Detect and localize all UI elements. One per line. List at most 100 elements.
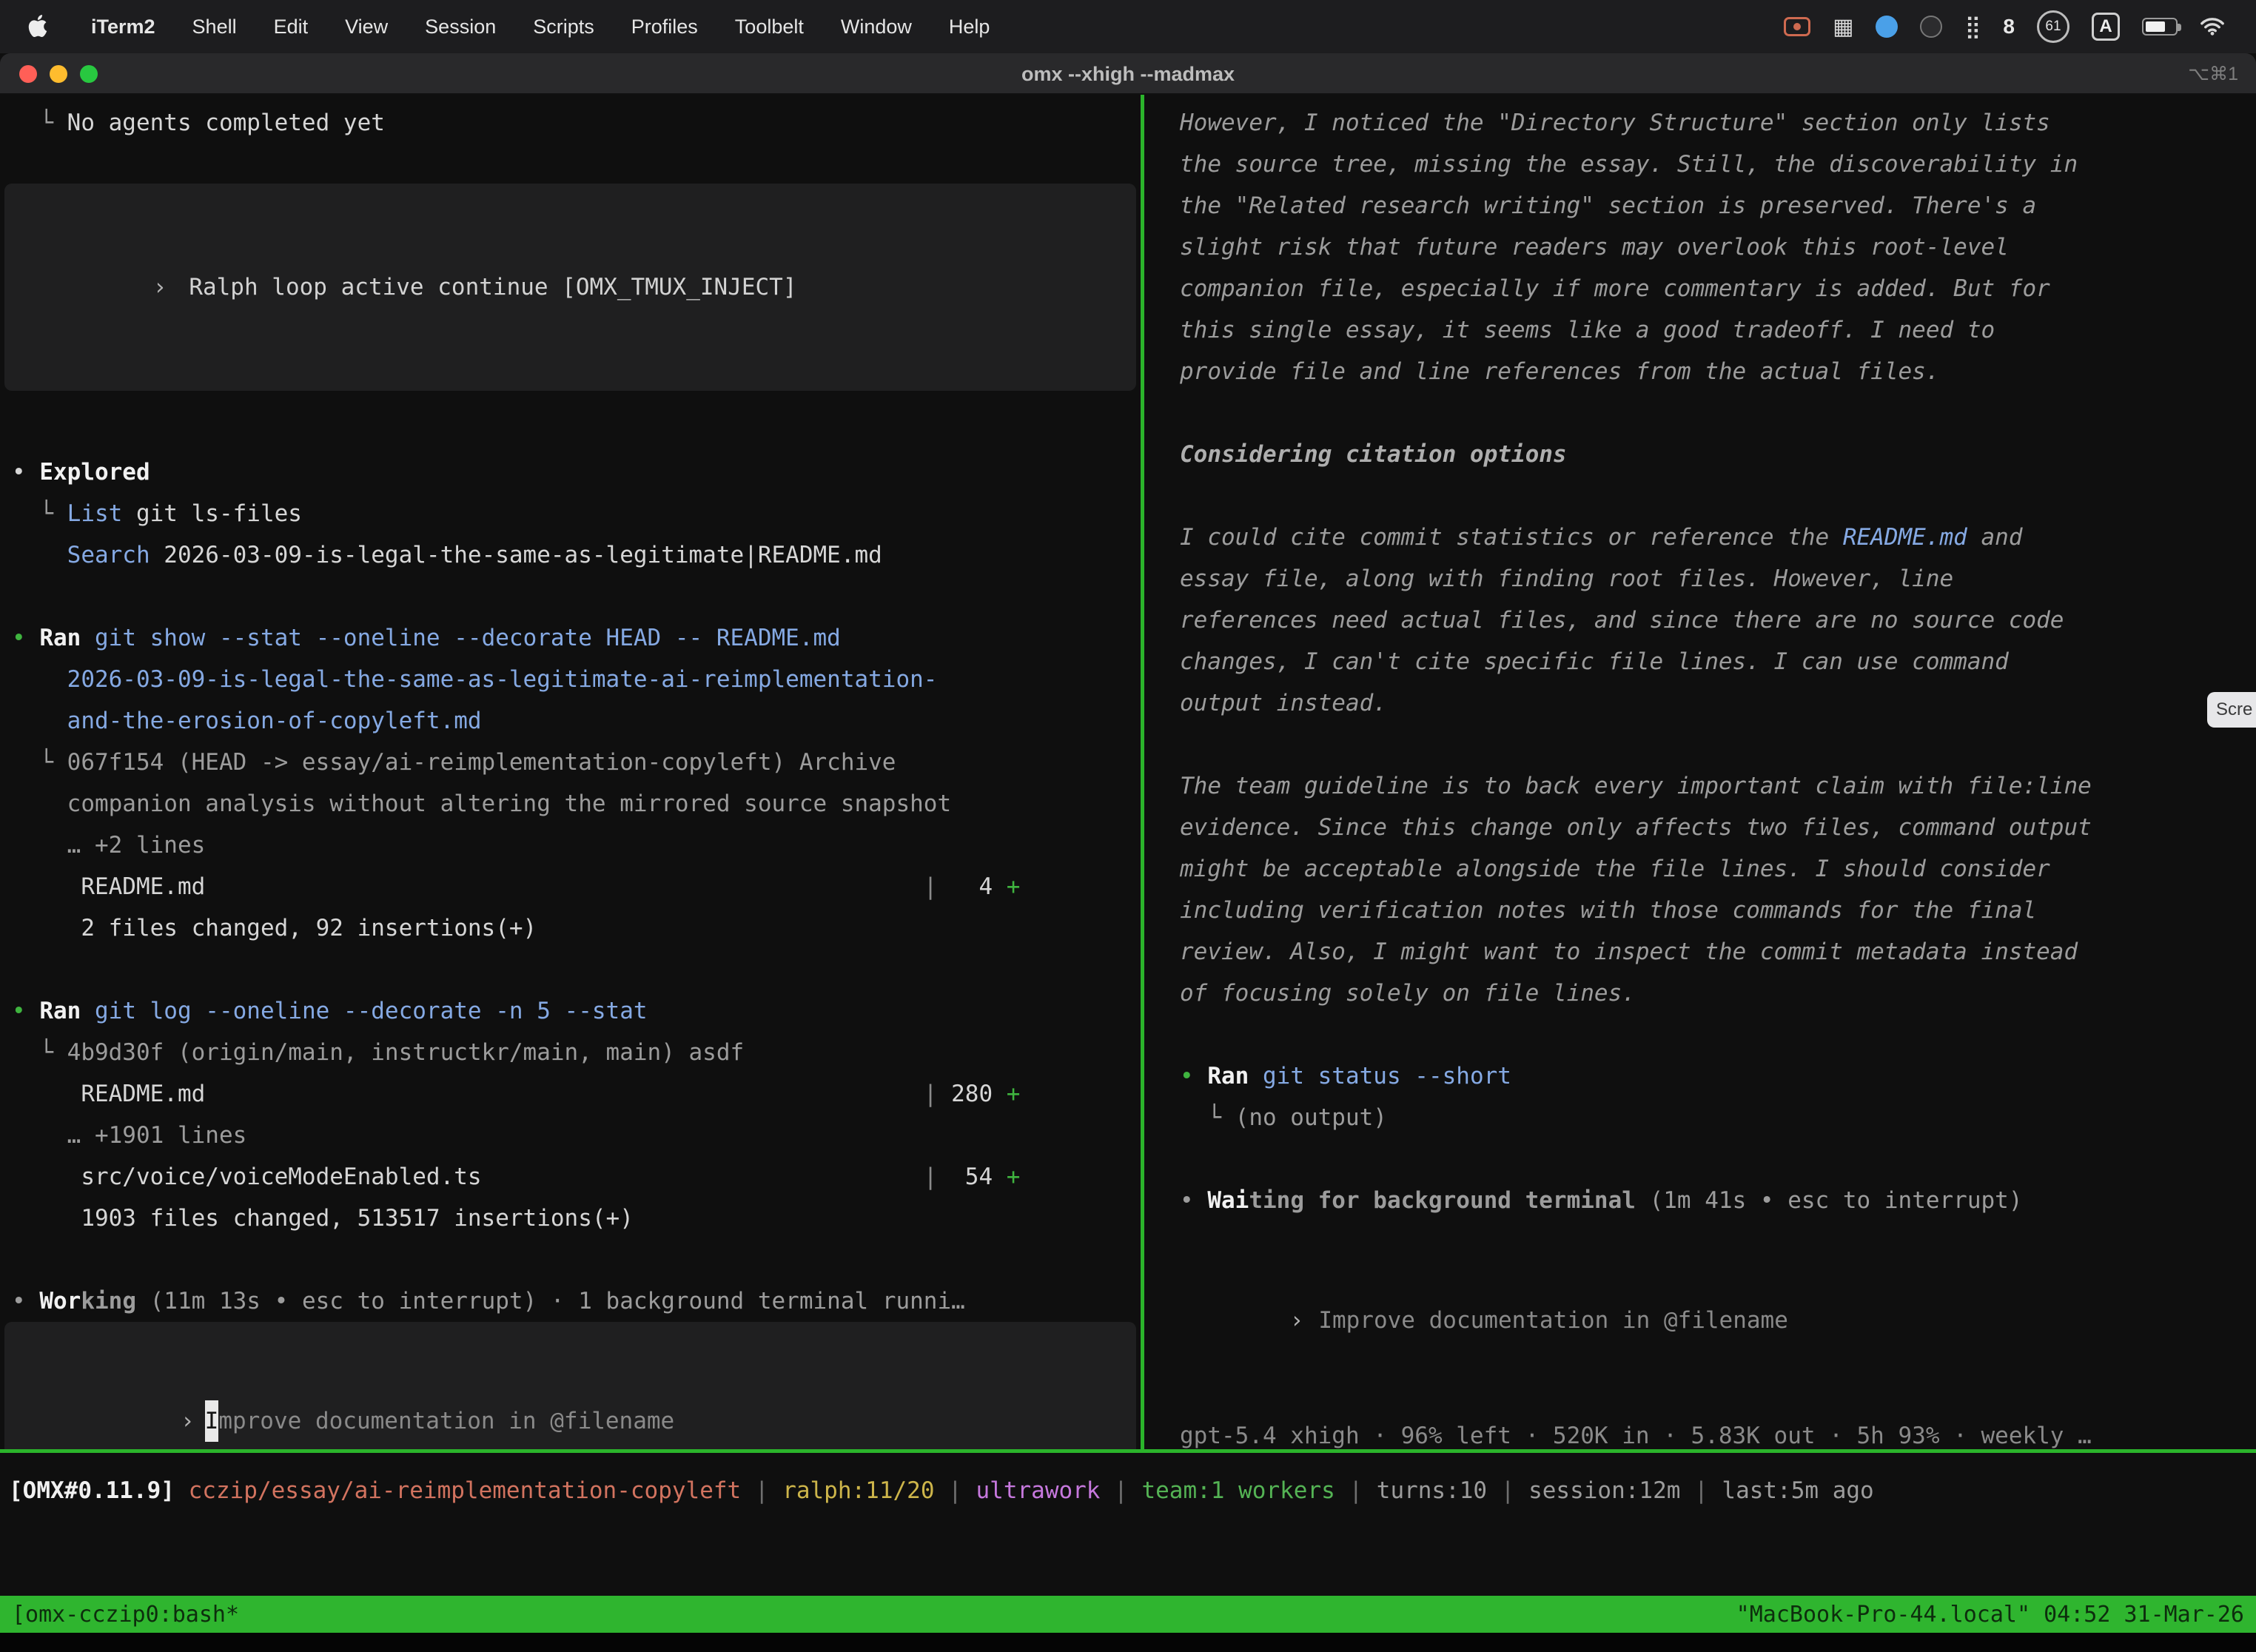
terminal-line: slight risk that future readers may over…	[1180, 226, 2238, 268]
tmux-session-window-label[interactable]: [omx-cczip0:bash*	[12, 1602, 239, 1628]
prompt-input-left[interactable]: › Improve documentation in @filename	[4, 1322, 1136, 1449]
input-ghost-text: mprove documentation in @filename	[218, 1408, 674, 1434]
terminal-line: └ List git ls-files	[12, 493, 1129, 534]
minimize-button[interactable]	[50, 65, 67, 83]
menu-item-help[interactable]: Help	[930, 16, 1009, 38]
status-divider-line	[0, 1449, 2256, 1453]
terminal-line: Considering citation options	[1180, 434, 2238, 475]
bottom-strip	[0, 1633, 2256, 1652]
terminal-line	[1180, 1014, 2238, 1055]
menu-item-session[interactable]: Session	[406, 16, 514, 38]
steer-message-text: Ralph loop active continue [OMX_TMUX_INJ…	[189, 274, 796, 300]
terminal-line: including verification notes with those …	[1180, 890, 2238, 931]
gauge-icon[interactable]: 61	[2037, 10, 2069, 43]
tmux-status-bar: [omx-cczip0:bash* "MacBook-Pro-44.local"…	[0, 1596, 2256, 1633]
terminal-line: might be acceptable alongside the file l…	[1180, 848, 2238, 890]
menu-bar-status-icons: ▦ ⣿ 8 61 A	[1784, 10, 2235, 43]
terminal-line: • Working (11m 13s • esc to interrupt) ·…	[12, 1280, 1129, 1322]
traffic-lights	[19, 65, 98, 83]
blue-app-icon[interactable]	[1876, 16, 1898, 38]
terminal-line: the source tree, missing the essay. Stil…	[1180, 144, 2238, 185]
right-pane-body: However, I noticed the "Directory Struct…	[1144, 102, 2256, 1221]
terminal-line: └ 4b9d30f (origin/main, instructkr/main,…	[12, 1032, 1129, 1073]
terminal-line: src/voice/voiceModeEnabled.ts | 54 +	[12, 1156, 1129, 1198]
battery-icon[interactable]	[2142, 18, 2178, 36]
terminal-line: • Waiting for background terminal (1m 41…	[1180, 1180, 2238, 1221]
input-ghost-text: Improve documentation in @filename	[1318, 1307, 1788, 1334]
terminal-line: 1903 files changed, 513517 insertions(+)	[12, 1198, 1129, 1239]
close-button[interactable]	[19, 65, 37, 83]
terminal-line: README.md | 280 +	[12, 1073, 1129, 1115]
right-pane-bottom: › Improve documentation in @filename gpt-…	[1144, 1221, 2256, 1449]
battery-fill	[2146, 21, 2165, 32]
left-pane-body: • Explored └ List git ls-files Search 20…	[0, 451, 1141, 1322]
terminal-line: review. Also, I might want to inspect th…	[1180, 931, 2238, 973]
terminal-line: references need actual files, and since …	[1180, 600, 2238, 641]
wifi-icon[interactable]	[2200, 17, 2225, 36]
terminal-line: the "Related research writing" section i…	[1180, 185, 2238, 226]
grid-icon[interactable]: ▦	[1833, 14, 1853, 40]
prompt-chevron: ›	[181, 1408, 195, 1434]
terminal-line: changes, I can't cite specific file line…	[1180, 641, 2238, 682]
terminal-line	[12, 1239, 1129, 1280]
menu-item-profiles[interactable]: Profiles	[613, 16, 716, 38]
menu-item-shell[interactable]: Shell	[174, 16, 255, 38]
terminal-line: • Ran git status --short	[1180, 1055, 2238, 1097]
menu-item-iterm2[interactable]: iTerm2	[73, 16, 174, 38]
menu-item-edit[interactable]: Edit	[255, 16, 327, 38]
terminal-line: essay file, along with finding root file…	[1180, 558, 2238, 600]
terminal-line: 2 files changed, 92 insertions(+)	[12, 907, 1129, 949]
apple-menu-icon[interactable]	[27, 15, 50, 38]
terminal-line	[12, 949, 1129, 990]
dots-grid-icon[interactable]: ⣿	[1964, 14, 1981, 40]
dark-app-icon[interactable]	[1920, 16, 1942, 38]
terminal-line: companion analysis without altering the …	[12, 783, 1129, 825]
terminal-line: this single essay, it seems like a good …	[1180, 309, 2238, 351]
terminal-line: The team guideline is to back every impo…	[1180, 765, 2238, 807]
prompt-chevron: ›	[1290, 1307, 1304, 1334]
prompt-chevron: ›	[153, 274, 167, 300]
terminal-line: └ No agents completed yet	[12, 102, 1129, 144]
menu-item-scripts[interactable]: Scripts	[514, 16, 613, 38]
screen-recording-indicator-icon[interactable]	[1784, 17, 1810, 36]
terminal-line: └ (no output)	[1180, 1097, 2238, 1138]
terminal-line: 2026-03-09-is-legal-the-same-as-legitima…	[12, 659, 1129, 700]
menu-item-toolbelt[interactable]: Toolbelt	[716, 16, 822, 38]
terminal-line: • Explored	[12, 451, 1129, 493]
terminal-line: README.md | 4 +	[12, 866, 1129, 907]
terminal-line: companion file, especially if more comme…	[1180, 268, 2238, 309]
text-cursor: I	[205, 1400, 219, 1442]
window-title-bar[interactable]: omx --xhigh --madmax ⌥⌘1	[0, 53, 2256, 95]
terminal-line: and-the-erosion-of-copyleft.md	[12, 700, 1129, 742]
zoom-button[interactable]	[80, 65, 98, 83]
left-pane-top-lines: └ No agents completed yet	[0, 102, 1141, 144]
input-source-icon[interactable]: A	[2092, 13, 2120, 41]
tmux-pane-left[interactable]: └ No agents completed yet › Ralph loop ac…	[0, 95, 1141, 1449]
iterm2-window: iTerm2 Shell Edit View Session Scripts P…	[0, 0, 2256, 1652]
terminal-line: Search 2026-03-09-is-legal-the-same-as-l…	[12, 534, 1129, 576]
terminal-line	[1180, 392, 2238, 434]
terminal-line: provide file and line references from th…	[1180, 351, 2238, 392]
steering-message-box: › Ralph loop active continue [OMX_TMUX_IN…	[4, 184, 1136, 391]
figure-eight-icon[interactable]: 8	[2003, 15, 2015, 38]
terminal-line: gpt-5.4 xhigh · 96% left · 520K in · 5.8…	[1180, 1415, 2256, 1449]
terminal-line: of focusing solely on file lines.	[1180, 973, 2238, 1014]
tmux-pane-right[interactable]: However, I noticed the "Directory Struct…	[1144, 95, 2256, 1449]
recording-dot-icon	[1793, 23, 1801, 30]
terminal-line: • Ran git show --stat --oneline --decora…	[12, 617, 1129, 659]
terminal-line: output instead.	[1180, 682, 2238, 724]
terminal-line	[1180, 1138, 2238, 1180]
right-status-line: gpt-5.4 xhigh · 96% left · 520K in · 5.8…	[1144, 1415, 2256, 1449]
menu-item-window[interactable]: Window	[822, 16, 930, 38]
omx-status-line: [OMX#0.11.9] cczip/essay/ai-reimplementa…	[0, 1470, 2256, 1511]
menu-item-view[interactable]: View	[326, 16, 406, 38]
prompt-input-right[interactable]: › Improve documentation in @filename	[1144, 1221, 2256, 1383]
tmux-host-clock-label: "MacBook-Pro-44.local" 04:52 31-Mar-26	[1736, 1602, 2244, 1628]
terminal-line: I could cite commit statistics or refere…	[1180, 517, 2238, 558]
terminal-line: However, I noticed the "Directory Struct…	[1180, 102, 2238, 144]
terminal-line	[12, 576, 1129, 617]
terminal-line: … +2 lines	[12, 825, 1129, 866]
terminal-line: … +1901 lines	[12, 1115, 1129, 1156]
screen-share-floating-tab[interactable]: Scre	[2207, 692, 2256, 728]
terminal-line	[1180, 475, 2238, 517]
